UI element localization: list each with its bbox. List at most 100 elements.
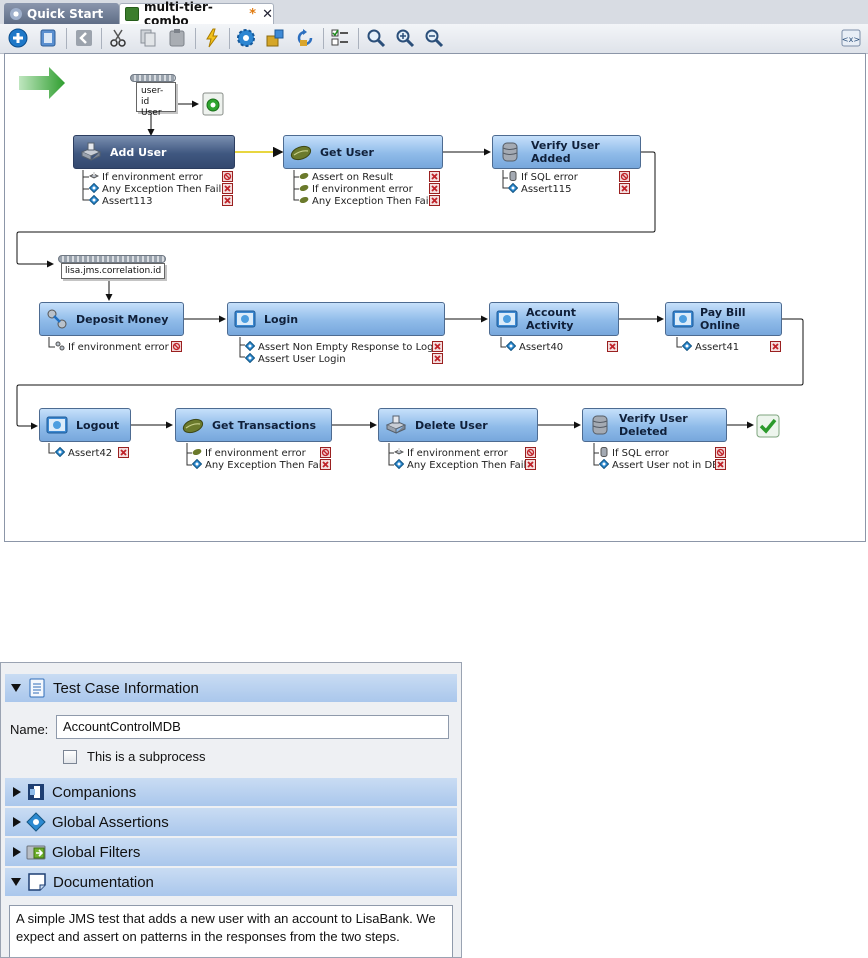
- step-pay-bill-online[interactable]: Pay Bill Online: [665, 302, 782, 336]
- assertion-row[interactable]: Assert115: [508, 183, 630, 195]
- assertion-row[interactable]: If environment error: [394, 447, 536, 459]
- assertion-label: If environment error: [102, 172, 203, 183]
- dataset-line: lisa.jms.correlation.id: [65, 266, 162, 276]
- end-success-icon[interactable]: [756, 414, 780, 438]
- dataset-user-id[interactable]: user-id User: [136, 82, 176, 118]
- step-get-transactions[interactable]: Get Transactions: [175, 408, 332, 442]
- subprocess-checkbox[interactable]: [63, 750, 77, 764]
- lightning-icon[interactable]: [201, 27, 223, 49]
- tab-multi-tier-combo[interactable]: multi-tier-combo * ✕: [119, 0, 274, 28]
- section-label: Global Assertions: [52, 813, 169, 831]
- java-bean-icon: [299, 171, 309, 181]
- assertion-diamond-icon: [55, 447, 65, 457]
- assertion-row[interactable]: Assert on Result: [299, 171, 440, 183]
- fail-x-icon: [607, 341, 618, 352]
- assertion-diamond-icon: [394, 459, 404, 469]
- fail-x-icon: [429, 195, 440, 206]
- assertion-row[interactable]: If environment error: [299, 183, 440, 195]
- step-label: Account Activity: [526, 306, 577, 332]
- step-account-activity[interactable]: Account Activity: [489, 302, 619, 336]
- dataset-correlation-id[interactable]: lisa.jms.correlation.id: [61, 263, 165, 279]
- step-delete-user[interactable]: Delete User: [378, 408, 538, 442]
- assertion-row[interactable]: Assert113: [89, 195, 233, 207]
- zoom-in-icon[interactable]: [394, 27, 416, 49]
- cut-icon[interactable]: [107, 27, 129, 49]
- assertion-label: Any Exception Then Fail: [102, 184, 222, 195]
- zoom-out-icon[interactable]: [423, 27, 445, 49]
- assertion-label: Assert40: [519, 342, 564, 353]
- step-assertions: Assert on Result If environment error An…: [299, 171, 440, 207]
- assertion-row[interactable]: Assert Non Empty Response to Login: [245, 341, 443, 353]
- name-field[interactable]: AccountControlMDB: [56, 715, 449, 739]
- assertion-row[interactable]: If environment error: [55, 341, 182, 353]
- dataset-stack-top: [130, 74, 176, 82]
- assertion-label: Any Exception Then Fail: [407, 460, 527, 471]
- step-verify-user-added[interactable]: Verify User Added: [492, 135, 641, 169]
- assertion-label: If SQL error: [612, 448, 669, 459]
- assertion-row[interactable]: If environment error: [192, 447, 331, 459]
- assertion-row[interactable]: Any Exception Then Fail: [192, 459, 331, 471]
- java-bean-icon: [299, 183, 309, 193]
- web-service-icon: [89, 171, 99, 181]
- fail-test-icon: [715, 447, 726, 458]
- step-login[interactable]: Login: [227, 302, 445, 336]
- assertion-row[interactable]: Any Exception Then Fail: [394, 459, 536, 471]
- section-global-assertions[interactable]: Global Assertions: [5, 808, 457, 836]
- assertion-diamond-icon: [508, 183, 518, 193]
- workflow-canvas[interactable]: user-id User lisa.jms.correlation.id Add…: [4, 53, 866, 542]
- section-companions[interactable]: Companions: [5, 778, 457, 806]
- checklist-icon[interactable]: [329, 27, 351, 49]
- assertion-label: If environment error: [312, 184, 413, 195]
- filter-icon[interactable]: [202, 92, 224, 116]
- assertion-label: Assert42: [68, 448, 113, 459]
- delete-step-icon[interactable]: [37, 27, 59, 49]
- dataset-line: user-id: [141, 86, 164, 107]
- assertion-row[interactable]: Assert User Login: [245, 353, 443, 365]
- section-test-case-information[interactable]: Test Case Information: [5, 674, 457, 702]
- step-assertions: Assert42: [55, 447, 129, 459]
- assertion-label: Assert on Result: [312, 172, 394, 183]
- assertion-row[interactable]: Assert40: [506, 341, 618, 353]
- fail-test-icon: [525, 447, 536, 458]
- close-tab-icon[interactable]: ✕: [262, 7, 273, 22]
- assertion-row[interactable]: Assert User not in DB: [599, 459, 726, 471]
- toolbar: <x>: [0, 24, 868, 54]
- assertion-diamond-icon: [245, 353, 255, 363]
- assertion-label: If SQL error: [521, 172, 578, 183]
- assertion-row[interactable]: If environment error: [89, 171, 233, 183]
- step-get-user[interactable]: Get User: [283, 135, 443, 169]
- tab-quick-start[interactable]: Quick Start: [4, 3, 119, 24]
- fail-x-icon: [770, 341, 781, 352]
- assertion-row[interactable]: Assert41: [682, 341, 781, 353]
- assertion-row[interactable]: Any Exception Then Fail: [89, 183, 233, 195]
- assertion-row[interactable]: Any Exception Then Fail: [299, 195, 440, 207]
- assertion-row[interactable]: If SQL error: [599, 447, 726, 459]
- back-icon[interactable]: [73, 27, 95, 49]
- assertion-diamond-icon: [682, 341, 692, 351]
- component-icon[interactable]: [264, 27, 286, 49]
- fail-x-icon: [619, 183, 630, 194]
- assertion-label: Assert Non Empty Response to Login: [258, 342, 443, 353]
- section-global-filters[interactable]: Global Filters: [5, 838, 457, 866]
- assertion-diamond-icon: [26, 812, 46, 832]
- paste-icon[interactable]: [166, 27, 188, 49]
- xml-view-icon[interactable]: <x>: [840, 27, 862, 49]
- step-label: Login: [264, 312, 299, 326]
- assertion-row[interactable]: If SQL error: [508, 171, 630, 183]
- step-label: Get Transactions: [212, 418, 317, 432]
- step-deposit-money[interactable]: Deposit Money: [39, 302, 184, 336]
- collapsed-arrow-icon: [13, 787, 21, 797]
- step-add-user[interactable]: Add User: [73, 135, 235, 169]
- step-logout[interactable]: Logout: [39, 408, 131, 442]
- add-step-icon[interactable]: [7, 27, 29, 49]
- search-icon[interactable]: [365, 27, 387, 49]
- copy-icon[interactable]: [137, 27, 159, 49]
- refresh-icon[interactable]: [294, 27, 316, 49]
- expanded-arrow-icon: [11, 878, 21, 886]
- section-documentation[interactable]: Documentation: [5, 868, 457, 896]
- step-label: Deposit Money: [76, 312, 169, 326]
- settings-gear-icon[interactable]: [235, 27, 257, 49]
- documentation-textarea[interactable]: A simple JMS test that adds a new user w…: [9, 905, 453, 957]
- assertion-row[interactable]: Assert42: [55, 447, 129, 459]
- step-verify-user-deleted[interactable]: Verify User Deleted: [582, 408, 727, 442]
